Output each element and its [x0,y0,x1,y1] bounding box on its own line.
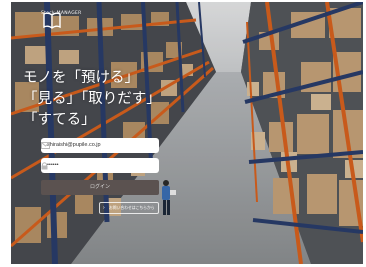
book-icon [43,12,61,29]
email-field[interactable]: shiraishi@pupile.co.jp [41,138,159,153]
email-value: shiraishi@pupile.co.jp [47,142,101,148]
contact-link-label: お問い合わせはこちらから [109,206,155,210]
warehouse-photo [11,2,363,264]
hero-line-1: モノを「預ける」 [23,70,139,86]
lock-icon [41,162,48,170]
password-field[interactable]: •••••• [41,158,159,173]
login-screen: Stock MANAGER モノを「預ける」 「見る」「取りだす」 「すてる」 … [0,0,366,267]
hero-headline: モノを「預ける」 「見る」「取りだす」 「すてる」 [23,68,161,131]
arrow-right-icon: › [103,205,105,211]
warehouse-background: Stock MANAGER モノを「預ける」 「見る」「取りだす」 「すてる」 … [11,2,363,264]
password-value: •••••• [47,162,59,168]
envelope-icon [41,142,50,149]
hero-line-3: 「すてる」 [23,112,96,128]
brand-logo: Stock MANAGER [41,10,81,29]
contact-link-button[interactable]: › お問い合わせはこちらから [99,202,159,214]
login-button[interactable]: ログイン [41,180,159,195]
hero-line-2: 「見る」「取りだす」 [23,91,161,107]
